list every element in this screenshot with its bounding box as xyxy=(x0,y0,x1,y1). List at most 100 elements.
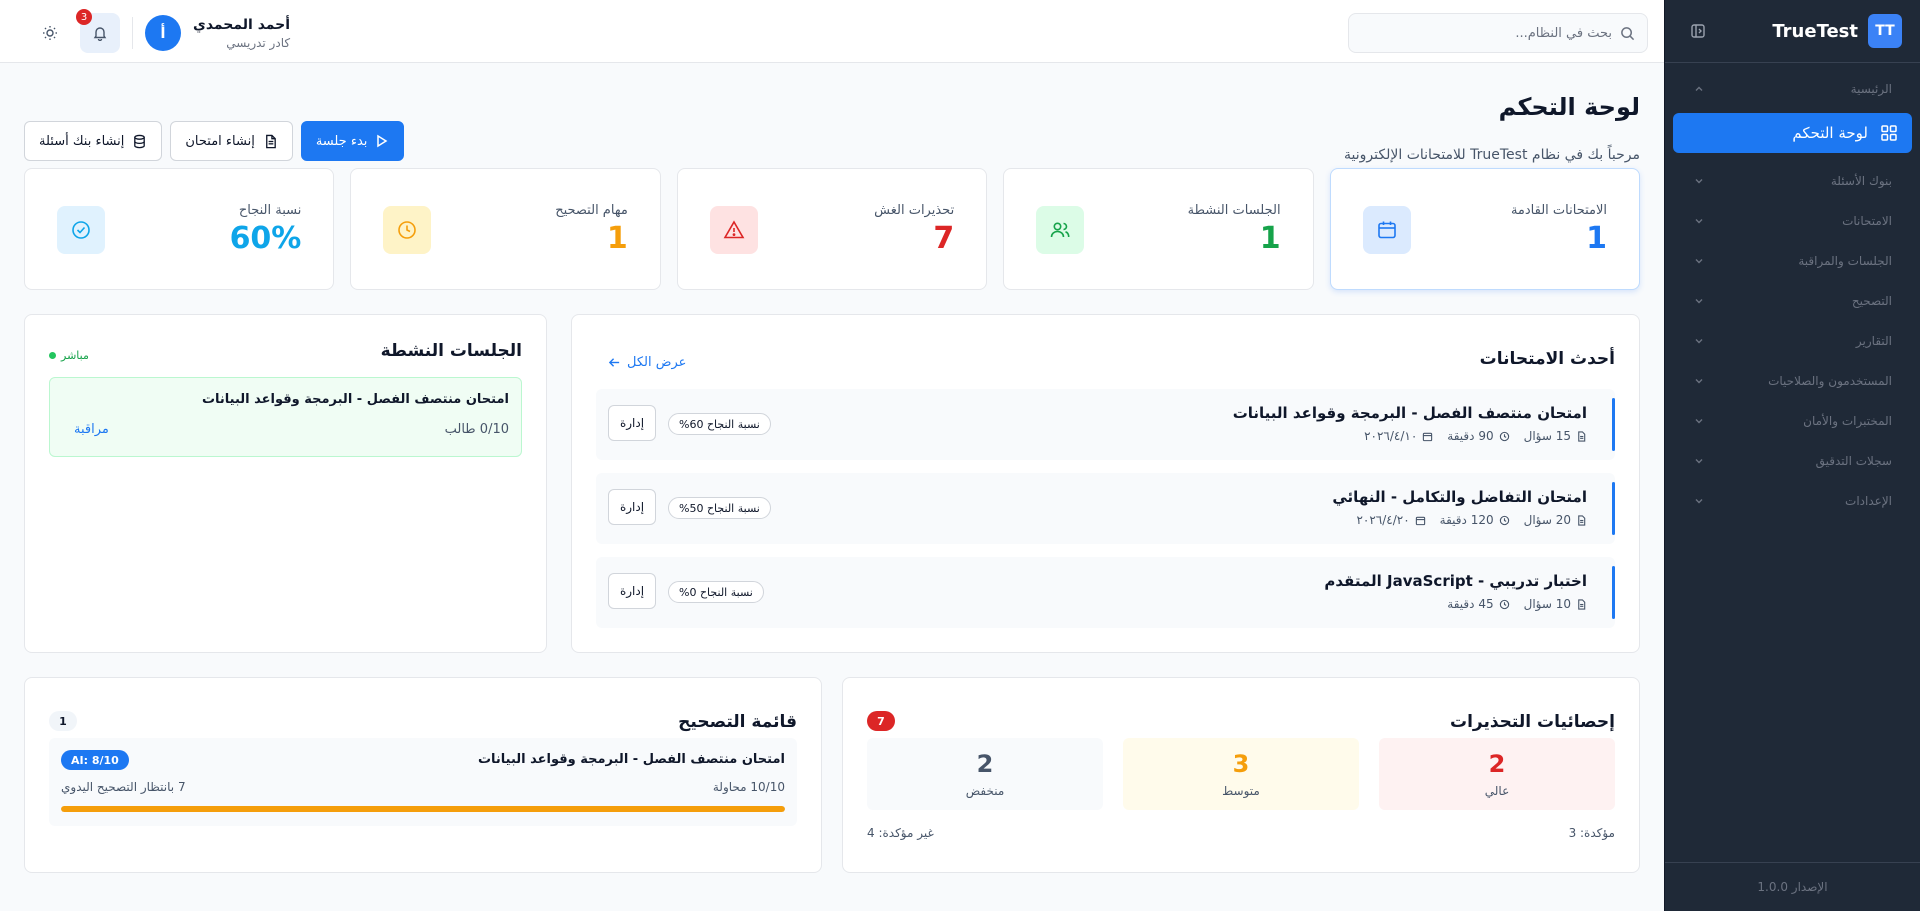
recent-exams-panel: أحدث الامتحانات عرض الكل امتحان منتصف ال… xyxy=(571,314,1640,653)
chevron-down-icon xyxy=(1695,299,1703,304)
header-user-area: 3 أ أحمد المحمدي كادر تدريسي xyxy=(32,9,290,53)
check-circle-icon xyxy=(56,206,105,254)
view-all-link[interactable]: عرض الكل xyxy=(608,355,686,370)
sidebar-collapse-button[interactable] xyxy=(1683,16,1713,46)
warning-level-value: 2 xyxy=(1488,750,1506,778)
stat-card-grading-tasks[interactable]: مهام التصحيح 1 xyxy=(350,168,661,290)
exam-date: ٢٠٢٦/٤/١٠ xyxy=(1364,429,1418,443)
brand-name: TrueTest xyxy=(1772,20,1858,42)
user-info[interactable]: أحمد المحمدي كادر تدريسي xyxy=(193,17,290,50)
monitor-link[interactable]: مراقبة xyxy=(74,422,109,437)
sidebar-item-label: المستخدمون والصلاحيات xyxy=(1768,374,1892,388)
exam-row[interactable]: اختبار تدريبي - JavaScript المتقدم 10 سؤ… xyxy=(596,557,1615,628)
sidebar-item-audit-logs[interactable]: سجلات التدقيق xyxy=(1673,451,1912,471)
main-content: لوحة التحكم مرحباً بك في نظام TrueTest ل… xyxy=(0,63,1664,911)
exam-row[interactable]: امتحان التفاضل والتكامل - النهائي 20 سؤا… xyxy=(596,473,1615,544)
pass-rate-chip: نسبة النجاح 60% xyxy=(668,413,771,435)
sidebar-item-settings[interactable]: الإعدادات xyxy=(1673,491,1912,511)
start-session-button[interactable]: بدء جلسة xyxy=(300,121,405,161)
sidebar-item-question-banks[interactable]: بنوك الأسئلة xyxy=(1673,171,1912,191)
database-icon xyxy=(134,134,146,148)
exam-date: ٢٠٢٦/٤/٢٠ xyxy=(1356,513,1410,527)
sidebar-item-label: الرئيسية xyxy=(1850,82,1892,96)
stat-card-active-sessions[interactable]: الجلسات النشطة 1 xyxy=(1003,168,1314,290)
clock-icon xyxy=(1499,431,1509,441)
search-icon xyxy=(1621,26,1635,40)
panel-toggle-icon xyxy=(1691,24,1705,38)
exam-title: امتحان التفاضل والتكامل - النهائي xyxy=(1332,488,1587,506)
stat-value: 1 xyxy=(606,221,628,256)
exam-row[interactable]: امتحان منتصف الفصل - البرمجة وقواعد البي… xyxy=(596,389,1615,460)
sidebar-item-label: التصحيح xyxy=(1851,294,1892,308)
chevron-down-icon xyxy=(1695,459,1703,464)
file-icon xyxy=(1578,598,1586,610)
sidebar-item-grading[interactable]: التصحيح xyxy=(1673,291,1912,311)
panel-title: إحصائيات التحذيرات xyxy=(1449,712,1615,732)
sidebar-item-exams[interactable]: الامتحانات xyxy=(1673,211,1912,231)
exam-duration: 45 دقيقة xyxy=(1447,597,1494,611)
avatar[interactable]: أ xyxy=(145,15,181,51)
exam-meta: 10 سؤال 45 دقيقة xyxy=(1447,597,1587,611)
chevron-down-icon xyxy=(1695,499,1703,504)
chevron-down-icon xyxy=(1695,339,1703,344)
top-header: 3 أ أحمد المحمدي كادر تدريسي xyxy=(0,0,1664,63)
grading-attempts: 10/10 محاولة xyxy=(712,780,785,794)
clock-icon xyxy=(383,206,432,254)
unconfirmed-count: غير مؤكدة: 4 xyxy=(867,826,934,840)
warning-level-label: متوسط xyxy=(1222,784,1260,798)
page-title: لوحة التحكم xyxy=(1498,93,1640,121)
grading-item[interactable]: امتحان منتصف الفصل - البرمجة وقواعد البي… xyxy=(49,738,797,826)
stat-label: تحذيرات الغش xyxy=(874,203,955,218)
sidebar-item-dashboard[interactable]: لوحة التحكم xyxy=(1673,113,1912,153)
sidebar-item-reports[interactable]: التقارير xyxy=(1673,331,1912,351)
exam-row-accent xyxy=(1612,398,1615,451)
stat-value: 60% xyxy=(229,221,302,256)
exam-title: امتحان منتصف الفصل - البرمجة وقواعد البي… xyxy=(1232,404,1587,422)
theme-toggle-button[interactable] xyxy=(32,15,68,51)
sidebar-item-label: الجلسات والمراقبة xyxy=(1798,254,1892,268)
stat-card-pass-rate[interactable]: نسبة النجاح 60% xyxy=(23,168,335,290)
session-students: 0/10 طالب xyxy=(444,422,509,437)
exam-meta: 20 سؤال 120 دقيقة ٢٠٢٦/٤/٢٠ xyxy=(1356,513,1587,527)
create-exam-button[interactable]: إنشاء امتحان xyxy=(170,121,293,161)
exam-duration: 120 دقيقة xyxy=(1439,513,1494,527)
manage-exam-button[interactable]: إدارة xyxy=(608,489,656,525)
stat-card-upcoming-exams[interactable]: الامتحانات القادمة 1 xyxy=(1329,168,1640,290)
file-icon xyxy=(1578,430,1586,442)
panel-title: قائمة التصحيح xyxy=(678,712,797,732)
notifications-button[interactable]: 3 xyxy=(76,9,120,53)
sidebar-item-label: الامتحانات xyxy=(1842,214,1892,228)
file-icon xyxy=(1578,514,1586,526)
live-indicator: مباشر xyxy=(49,349,89,362)
sidebar-item-labs-security[interactable]: المختبرات والأمان xyxy=(1673,411,1912,431)
session-card[interactable]: امتحان منتصف الفصل - البرمجة وقواعد البي… xyxy=(49,377,522,457)
warning-level-label: عالي xyxy=(1484,784,1510,798)
warning-level-low: 2 منخفض xyxy=(867,738,1103,810)
sidebar-item-users[interactable]: المستخدمون والصلاحيات xyxy=(1673,371,1912,391)
manage-exam-button[interactable]: إدارة xyxy=(608,405,656,441)
warning-level-label: منخفض xyxy=(965,784,1005,798)
pass-rate-chip: نسبة النجاح 0% xyxy=(668,581,764,603)
manage-exam-button[interactable]: إدارة xyxy=(608,573,656,609)
chevron-down-icon xyxy=(1695,379,1703,384)
exam-row-accent xyxy=(1612,482,1615,535)
grading-pending: 7 بانتظار التصحيح اليدوي xyxy=(61,780,186,794)
sidebar-item-sessions[interactable]: الجلسات والمراقبة xyxy=(1673,251,1912,271)
notifications-badge: 3 xyxy=(76,9,92,25)
search-input[interactable] xyxy=(1361,25,1612,41)
warning-level-medium: 3 متوسط xyxy=(1123,738,1359,810)
chevron-down-icon xyxy=(1695,179,1703,184)
sidebar-item-label: المختبرات والأمان xyxy=(1803,414,1892,428)
create-question-bank-button[interactable]: إنشاء بنك أسئلة xyxy=(24,121,163,161)
button-label: بدء جلسة xyxy=(315,133,368,149)
link-label: عرض الكل xyxy=(627,355,687,370)
stat-card-cheating-warnings[interactable]: تحذيرات الغش 7 xyxy=(676,168,988,290)
clock-icon xyxy=(1499,599,1509,609)
stat-label: مهام التصحيح xyxy=(555,203,628,218)
page-header: لوحة التحكم مرحباً بك في نظام TrueTest ل… xyxy=(24,87,1640,163)
sidebar-item-home[interactable]: الرئيسية xyxy=(1673,79,1912,99)
users-icon xyxy=(1036,206,1085,254)
exam-row-accent xyxy=(1612,566,1615,619)
alert-triangle-icon xyxy=(709,206,758,254)
chevron-down-icon xyxy=(1695,219,1703,224)
